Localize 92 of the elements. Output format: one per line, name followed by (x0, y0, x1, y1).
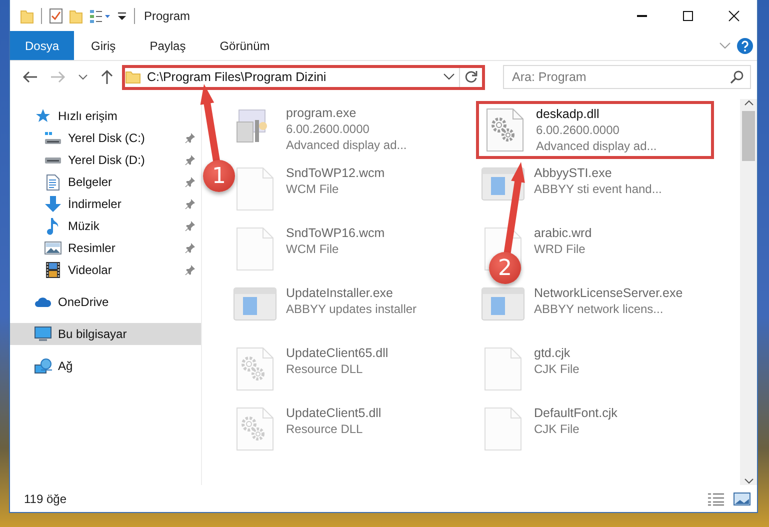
file-detail: WRD File (534, 242, 586, 256)
file-detail: ABBYY network licens... (534, 302, 664, 316)
document-icon (46, 174, 60, 190)
large-icons-view-icon[interactable] (733, 492, 751, 506)
file-detail: Resource DLL (286, 422, 364, 436)
application-icon (233, 286, 277, 322)
file-name[interactable]: program.exe (286, 106, 407, 120)
file-name[interactable]: NetworkLicenseServer.exe (534, 286, 683, 300)
film-icon (45, 261, 61, 279)
nav-item[interactable]: Hızlı erişim (10, 105, 201, 127)
star-icon (35, 108, 51, 124)
help-icon[interactable] (737, 38, 753, 54)
window-title: Program (144, 8, 190, 22)
pin-icon (185, 155, 195, 165)
blank-file-icon (235, 226, 275, 272)
file-detail: ABBYY updates installer (286, 302, 417, 316)
search-field[interactable]: Ara: Program (503, 65, 751, 89)
picture-icon (44, 241, 62, 255)
ribbon-tab[interactable]: Giriş (74, 31, 133, 60)
pin-icon (185, 199, 195, 209)
file-detail: 6.00.2600.0000 (286, 122, 370, 136)
chevron-down-icon[interactable] (78, 73, 88, 81)
file-name[interactable]: DefaultFont.cjk (534, 406, 618, 420)
file-detail: Advanced display ad... (536, 139, 657, 153)
down-arrow-icon (44, 195, 62, 213)
file-name[interactable]: UpdateInstaller.exe (286, 286, 417, 300)
drive-icon (44, 131, 62, 145)
file-name[interactable]: UpdateClient5.dll (286, 406, 382, 420)
file-detail: 6.00.2600.0000 (536, 123, 620, 137)
folder-icon (125, 70, 141, 84)
nav-item[interactable]: Yerel Disk (C:) (10, 127, 201, 149)
music-note-icon (46, 217, 60, 235)
gear-file-icon (235, 346, 275, 392)
folder-icon (20, 8, 34, 24)
file-name[interactable]: gtd.cjk (534, 346, 580, 360)
file-name[interactable]: SndToWP12.wcm (286, 166, 385, 180)
file-detail: Advanced display ad... (286, 138, 407, 152)
nav-item[interactable]: OneDrive (10, 291, 201, 313)
pin-icon (185, 177, 195, 187)
nav-item[interactable]: Bu bilgisayar (10, 323, 201, 345)
drive-icon (44, 156, 62, 164)
nav-item[interactable]: İndirmeler (10, 193, 201, 215)
ribbon-tab[interactable]: Görünüm (202, 31, 287, 60)
nav-item[interactable]: Ağ (10, 355, 201, 377)
file-detail: Resource DLL (286, 362, 364, 376)
minimize-icon (636, 14, 648, 16)
nav-item[interactable]: Resimler (10, 237, 201, 259)
ribbon-tab[interactable]: Dosya (10, 31, 74, 60)
chevron-down-icon[interactable] (443, 73, 455, 81)
address-bar[interactable]: C:\Program Files\Program Dizini (122, 64, 485, 90)
blank-file-icon (483, 346, 523, 392)
gear-file-icon (235, 406, 275, 452)
nav-item[interactable]: Belgeler (10, 171, 201, 193)
close-icon (728, 10, 740, 22)
nav-item[interactable]: Müzik (10, 215, 201, 237)
ribbon-tab[interactable]: Paylaş (132, 31, 203, 60)
cloud-icon (34, 296, 52, 308)
blank-file-icon (235, 166, 275, 212)
file-detail: WCM File (286, 182, 340, 196)
monitor-icon (34, 326, 52, 342)
item-count: 119 öğe (24, 492, 68, 506)
nav-item[interactable]: Yerel Disk (D:) (10, 149, 201, 171)
maximize-icon (682, 10, 694, 22)
pin-icon (185, 265, 195, 275)
scroll-down-icon[interactable] (744, 477, 754, 485)
pin-icon (185, 243, 195, 253)
pin-icon (185, 221, 195, 231)
file-detail: CJK File (534, 362, 580, 376)
refresh-icon[interactable] (464, 70, 478, 84)
file-detail: CJK File (534, 422, 580, 436)
nav-item[interactable]: Videolar (10, 259, 201, 281)
properties-icon[interactable] (89, 8, 111, 24)
application-icon (481, 286, 525, 322)
network-icon (34, 358, 52, 374)
file-detail: WCM File (286, 242, 340, 256)
checklist-icon[interactable] (49, 8, 63, 24)
details-view-icon[interactable] (707, 492, 725, 506)
pin-icon (185, 133, 195, 143)
file-detail: ABBYY sti event hand... (534, 182, 662, 196)
up-arrow-icon[interactable] (100, 69, 114, 85)
gear-file-icon (485, 107, 525, 153)
file-name[interactable]: deskadp.dll (536, 107, 657, 121)
blank-file-icon (483, 406, 523, 452)
file-name[interactable]: UpdateClient65.dll (286, 346, 388, 360)
scroll-up-icon[interactable] (744, 99, 754, 107)
application-icon (481, 166, 525, 202)
file-name[interactable]: AbbyySTI.exe (534, 166, 662, 180)
file-name[interactable]: SndToWP16.wcm (286, 226, 385, 240)
back-arrow-icon[interactable] (22, 70, 38, 84)
scrollbar-thumb[interactable] (742, 111, 755, 161)
search-icon (730, 70, 744, 84)
file-name[interactable]: arabic.wrd (534, 226, 592, 240)
